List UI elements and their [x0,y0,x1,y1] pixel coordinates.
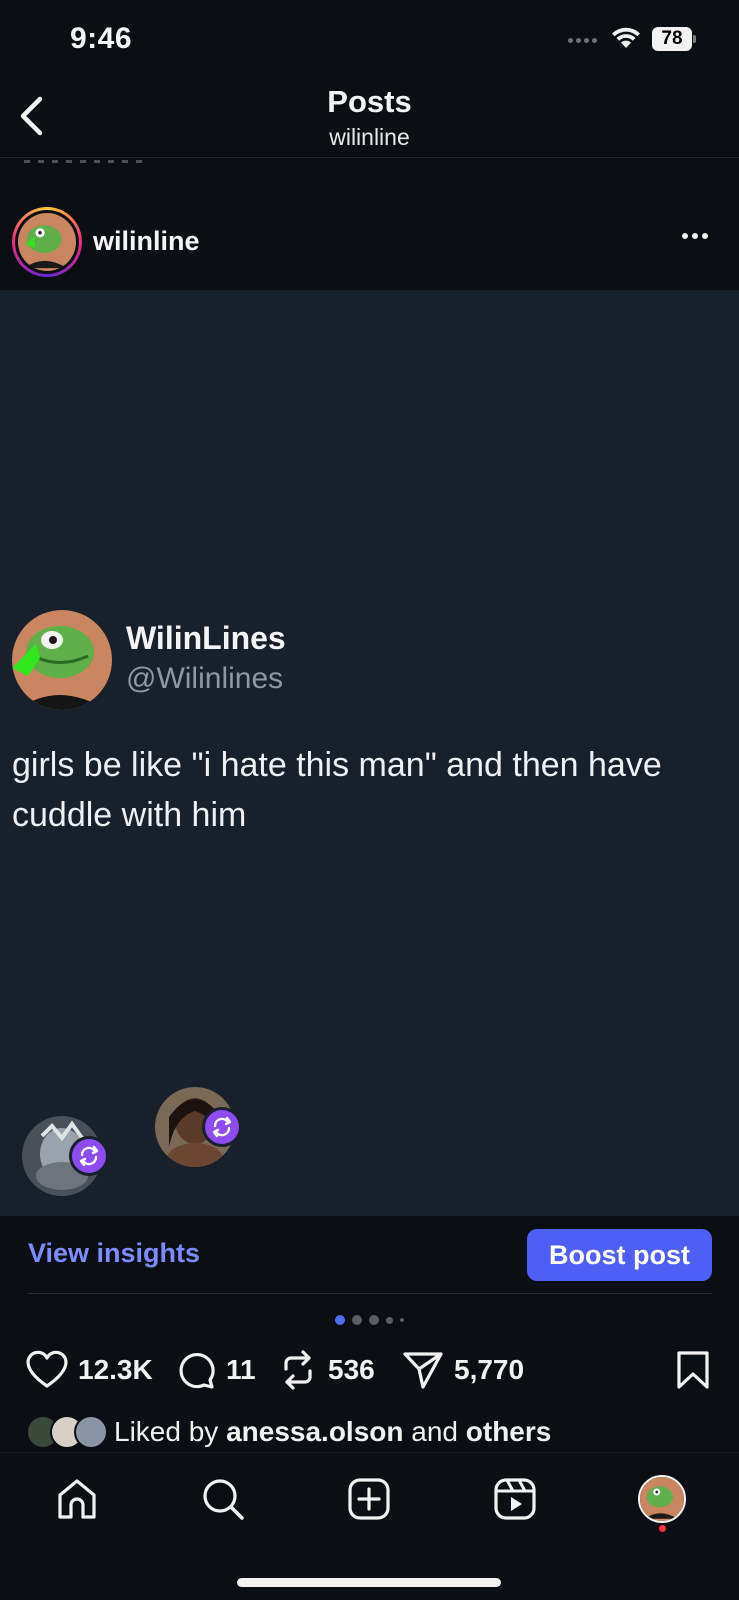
like-button[interactable]: 12.3K [26,1345,153,1395]
previous-post-caption-fragment [24,158,184,164]
liked-by-user[interactable]: anessa.olson [226,1416,403,1447]
carousel-dot [400,1318,404,1322]
carousel-dot [386,1316,393,1324]
save-button[interactable] [676,1345,710,1395]
repost-badge [202,1107,242,1147]
share-button[interactable]: 5,770 [402,1345,524,1395]
page-title: Posts [327,84,412,119]
like-count: 12.3K [78,1354,153,1385]
battery-icon: 78 [652,27,696,51]
share-count: 5,770 [454,1354,525,1385]
liked-by-others[interactable]: others [466,1416,552,1447]
tweet-text: girls be like "i hate this man" and then… [12,746,662,834]
carousel-indicator [0,1315,739,1325]
page-header: Posts wilinline [0,80,739,158]
tab-create[interactable] [341,1471,397,1527]
avatar[interactable] [12,207,82,277]
status-bar: 9:46 78 [0,0,739,80]
repost-badge [69,1136,109,1176]
post-actions: 12.3K 11 536 5,770 [0,1345,739,1395]
home-indicator[interactable] [237,1578,501,1587]
boost-post-button[interactable]: Boost post [527,1229,712,1281]
signal-icon [568,38,597,43]
battery-level: 78 [652,27,692,51]
create-icon [348,1478,390,1520]
search-icon [203,1479,244,1520]
more-horizontal-icon[interactable] [682,233,708,239]
wifi-icon [610,26,642,55]
comment-count: 11 [226,1354,256,1385]
tab-reels[interactable] [487,1471,543,1527]
post-header: wilinline [0,200,739,288]
tweet-handle: @Wilinlines [126,662,284,695]
status-time: 9:46 [70,22,133,55]
send-icon [403,1352,443,1389]
repost-icon [284,1350,312,1390]
divider [28,1293,712,1294]
heart-icon [26,1350,68,1388]
home-icon [58,1479,96,1519]
reels-icon [494,1478,536,1520]
carousel-dot [369,1315,379,1325]
carousel-dot-active [335,1315,345,1325]
post-media[interactable]: WilinLines @Wilinlines girls be like "i … [0,290,739,1216]
carousel-dot [352,1315,362,1325]
notification-dot [659,1525,666,1532]
tab-profile[interactable] [634,1471,690,1527]
liked-by-row[interactable]: Liked by anessa.olson and others [26,1410,551,1454]
comment-icon [179,1353,215,1389]
liked-by-text: Liked by anessa.olson and others [114,1416,552,1447]
tweet-avatar [12,610,112,710]
profile-avatar [638,1475,686,1523]
repost-icon [79,1145,99,1167]
liked-by-avatars [26,1415,108,1449]
view-insights-link[interactable]: View insights [28,1238,200,1269]
tab-home[interactable] [49,1471,105,1527]
tweet-display-name: WilinLines [126,620,286,656]
post-username[interactable]: wilinline [93,226,200,257]
repost-button[interactable]: 536 [278,1345,375,1395]
bookmark-icon [677,1351,709,1389]
comment-button[interactable]: 11 [176,1345,256,1395]
insights-row: View insights Boost post [0,1216,739,1294]
page-subtitle: wilinline [329,124,410,150]
tab-search[interactable] [195,1471,251,1527]
repost-icon [212,1116,232,1138]
repost-count: 536 [328,1354,375,1385]
